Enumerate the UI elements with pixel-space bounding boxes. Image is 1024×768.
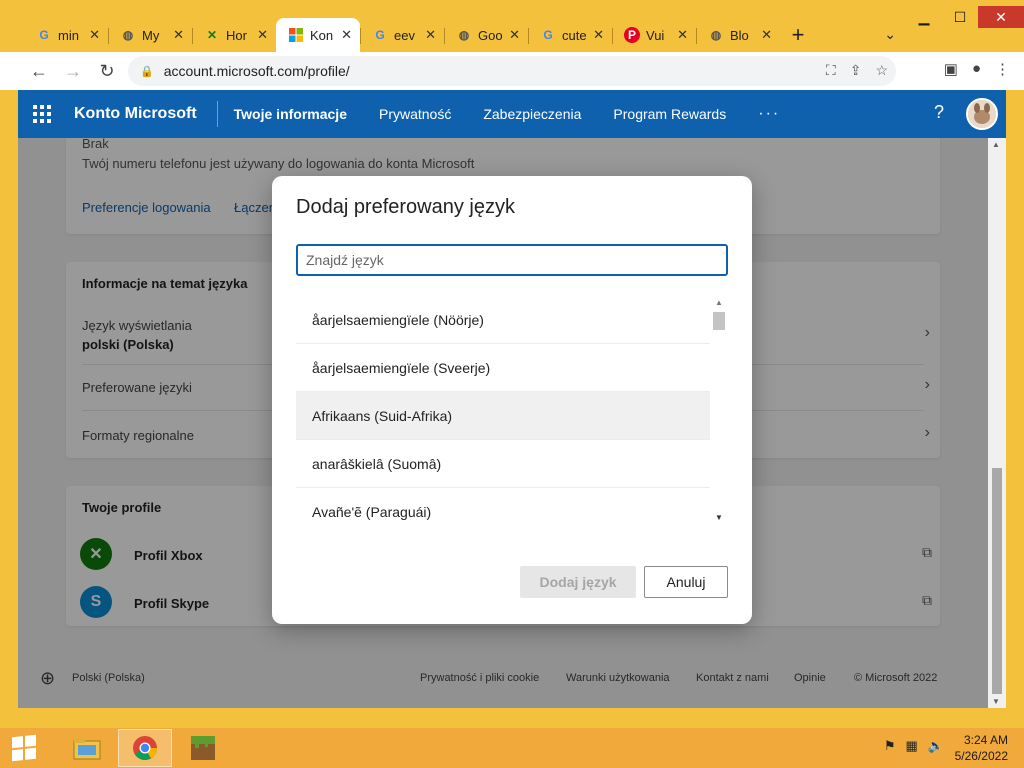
browser-tab[interactable]: Gmin ✕ [24, 18, 108, 52]
app-launcher-waffle-icon[interactable] [18, 90, 66, 138]
add-language-dialog: Dodaj preferowany język åarjelsaemiengïe… [272, 176, 752, 624]
globe-icon: ◍ [458, 28, 470, 42]
list-item[interactable]: Afrikaans (Suid-Afrika) [296, 392, 710, 440]
bookmark-star-icon[interactable]: ☆ [875, 62, 888, 79]
close-icon[interactable]: ✕ [677, 27, 688, 43]
address-bar[interactable]: 🔒 account.microsoft.com/profile/ ⛶ ⇪ ☆ [128, 56, 896, 86]
globe-icon: ◍ [710, 28, 722, 42]
side-panel-icon[interactable]: ▣ [944, 60, 958, 78]
windows-start-icon[interactable] [0, 728, 48, 768]
window-controls: ▁ ☐ ✕ [906, 6, 1024, 34]
nav-privacy[interactable]: Prywatność [363, 106, 467, 122]
browser-tab[interactable]: ◍ My ✕ [108, 18, 192, 52]
nav-more-icon[interactable]: ··· [742, 105, 796, 123]
tab-label: Vui [646, 27, 665, 43]
tab-label: Blo [730, 27, 749, 43]
back-arrow-icon[interactable]: ← [22, 56, 56, 86]
google-icon: G [39, 28, 49, 42]
scroll-down-icon[interactable]: ▼ [715, 513, 723, 522]
tab-label: My [142, 27, 160, 43]
taskbar: ⚑ ▦ 🔈 3:24 AM 5/26/2022 [0, 728, 1024, 768]
tab-label: Hor [226, 27, 247, 43]
ms-account-header: Konto Microsoft Twoje informacje Prywatn… [18, 90, 1006, 138]
google-icon: G [543, 28, 553, 42]
browser-toolbar: ← → ↻ 🔒 account.microsoft.com/profile/ ⛶… [0, 52, 1024, 90]
language-list: åarjelsaemiengïele (Nöörje) åarjelsaemie… [296, 296, 728, 524]
add-language-button[interactable]: Dodaj język [520, 566, 636, 598]
language-list-scrollbar[interactable]: ▲ ▼ [710, 296, 728, 524]
close-icon[interactable]: ✕ [509, 27, 520, 43]
brand-title[interactable]: Konto Microsoft [66, 101, 218, 127]
system-tray: ⚑ ▦ 🔈 [884, 738, 944, 754]
scroll-down-icon[interactable]: ▼ [992, 697, 1000, 706]
microsoft-icon [288, 27, 304, 43]
menu-kebab-icon[interactable]: ⋮ [995, 60, 1010, 78]
list-item[interactable]: Avañe'ẽ (Paraguái) [296, 488, 710, 524]
page-scrollbar[interactable]: ▲ ▼ [988, 138, 1006, 708]
tab-label: cute [562, 27, 587, 43]
browser-tab[interactable]: Geev ✕ [360, 18, 444, 52]
close-icon[interactable]: ✕ [173, 27, 184, 43]
close-icon[interactable]: ✕ [257, 27, 268, 43]
close-icon[interactable]: ✕ [425, 27, 436, 43]
minimize-button[interactable]: ▁ [906, 6, 942, 28]
forward-arrow-icon[interactable]: → [56, 56, 90, 86]
address-url: account.microsoft.com/profile/ [163, 63, 350, 79]
nav-your-info[interactable]: Twoje informacje [218, 106, 363, 122]
maximize-button[interactable]: ☐ [942, 6, 978, 28]
cancel-button[interactable]: Anuluj [644, 566, 728, 598]
list-item[interactable]: åarjelsaemiengïele (Sveerje) [296, 344, 710, 392]
browser-tab[interactable]: Gcute ✕ [528, 18, 612, 52]
tab-search-chevron-icon[interactable]: ⌄ [884, 26, 896, 43]
tab-label: min [58, 27, 79, 43]
scroll-up-icon[interactable]: ▲ [992, 140, 1000, 149]
action-center-flag-icon[interactable]: ⚑ [884, 738, 896, 754]
avatar[interactable] [966, 98, 998, 130]
close-icon[interactable]: ✕ [761, 27, 772, 43]
list-item[interactable]: anarâškielâ (Suomâ) [296, 440, 710, 488]
nav-security[interactable]: Zabezpieczenia [467, 106, 597, 122]
pinterest-icon: P [624, 27, 640, 43]
close-icon[interactable]: ✕ [593, 27, 604, 43]
tab-label: Goo [478, 27, 503, 43]
list-item[interactable]: åarjelsaemiengïele (Nöörje) [296, 296, 710, 344]
system-clock[interactable]: 3:24 AM 5/26/2022 [955, 732, 1008, 764]
tab-label: Kon [310, 27, 334, 43]
minecraft-icon[interactable] [176, 729, 230, 767]
browser-tab[interactable]: ✕ Hor ✕ [192, 18, 276, 52]
file-explorer-icon[interactable] [60, 729, 114, 767]
close-icon[interactable]: ✕ [89, 27, 100, 43]
network-icon[interactable]: ▦ [906, 738, 918, 754]
chrome-icon[interactable] [118, 729, 172, 767]
nav-rewards[interactable]: Program Rewards [597, 106, 742, 122]
dialog-title: Dodaj preferowany język [296, 196, 515, 218]
new-tab-plus-icon[interactable]: + [780, 18, 816, 52]
close-icon[interactable]: ✕ [341, 27, 352, 43]
scrollbar-thumb[interactable] [992, 468, 1002, 694]
clock-time: 3:24 AM [963, 733, 1008, 747]
reload-icon[interactable]: ↻ [90, 56, 124, 86]
profile-icon[interactable]: ● [972, 60, 981, 78]
close-window-button[interactable]: ✕ [978, 6, 1024, 28]
globe-icon: ◍ [122, 28, 134, 42]
tab-label: eev [394, 27, 415, 43]
xbox-icon: ✕ [206, 28, 218, 42]
tab-strip: Gmin ✕ ◍ My ✕ ✕ Hor ✕ Kon ✕ Geev ✕ ◍ Goo ✕ Gcute ✕ P Vui ✕ ◍… [24, 18, 816, 52]
scrollbar-thumb[interactable] [713, 312, 725, 330]
browser-tab[interactable]: Kon ✕ [276, 18, 360, 52]
lock-icon: 🔒 [140, 65, 154, 78]
google-icon: G [375, 28, 385, 42]
volume-muted-icon[interactable]: 🔈 [928, 738, 944, 754]
clock-date: 5/26/2022 [954, 749, 1008, 763]
browser-tab[interactable]: P Vui ✕ [612, 18, 696, 52]
browser-tab[interactable]: ◍ Goo ✕ [444, 18, 528, 52]
help-icon[interactable]: ? [934, 102, 944, 123]
language-search-input[interactable] [296, 244, 728, 276]
share-icon[interactable]: ⇪ [850, 62, 862, 79]
scroll-up-icon[interactable]: ▲ [715, 298, 723, 307]
translate-icon[interactable]: ⛶ [826, 62, 836, 79]
browser-tab[interactable]: ◍ Blo ✕ [696, 18, 780, 52]
